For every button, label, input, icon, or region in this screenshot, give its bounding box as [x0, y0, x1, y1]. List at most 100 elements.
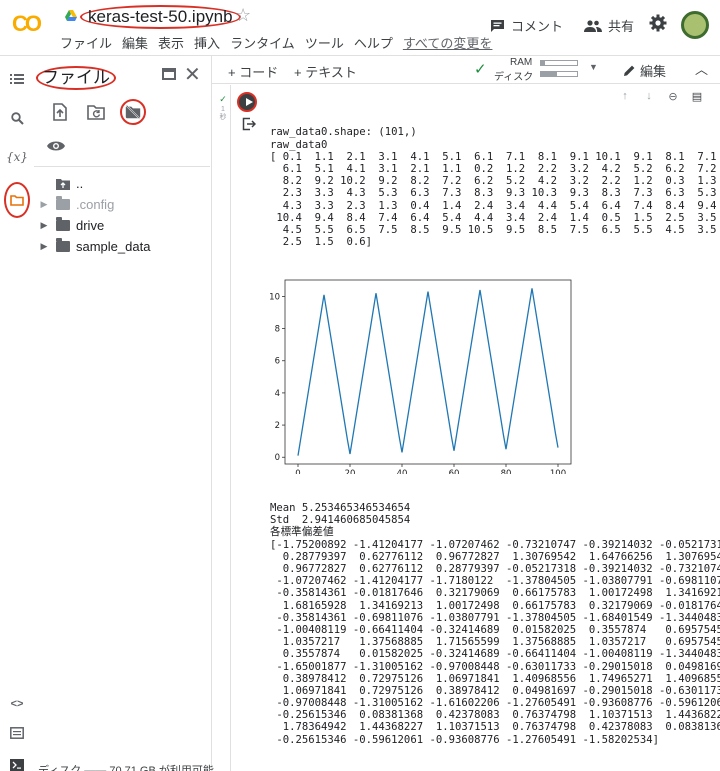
disk-label: ディスク — [494, 72, 534, 83]
output-line: 8.2 9.2 10.2 9.2 8.2 7.2 6.2 5.2 4.2 3.2… — [270, 175, 717, 188]
share-button[interactable]: 共有 — [584, 16, 634, 35]
output-line: 0.28779397 0.62776112 0.96772827 1.30769… — [270, 550, 720, 563]
folder-icon — [56, 217, 70, 231]
comment-button[interactable]: コメント — [490, 16, 563, 35]
comment-label: コメント — [511, 19, 564, 34]
notebook-title[interactable]: keras-test-50.ipynb — [80, 5, 241, 29]
files-folder-icon[interactable] — [4, 182, 30, 218]
output-line: 2.3 3.3 4.3 5.3 6.3 7.3 8.3 9.3 10.3 9.3… — [270, 187, 717, 200]
output-line: [ 0.1 1.1 2.1 3.1 4.1 5.1 6.1 7.1 8.1 9.… — [270, 150, 717, 163]
x-tick-label: 0 — [295, 469, 300, 474]
table-of-contents-icon[interactable] — [6, 68, 28, 90]
app-header: CO keras-test-50.ipynb ☆ ファイル 編集 表示 挿入 ラ… — [0, 0, 720, 56]
menu-view[interactable]: 表示 — [158, 33, 184, 52]
folder-up-icon — [56, 178, 70, 190]
menu-edit[interactable]: 編集 — [122, 33, 148, 52]
output-line: -1.00408119 -0.66411404 -0.32414689 0.01… — [270, 623, 720, 636]
execution-check-icon: ✓ — [219, 94, 227, 104]
open-in-window-icon[interactable] — [162, 68, 176, 80]
people-icon — [584, 19, 602, 32]
folder-icon — [56, 196, 70, 210]
search-icon[interactable] — [6, 107, 28, 129]
disk-meter[interactable] — [540, 71, 578, 77]
code-snippets-icon[interactable]: <> — [6, 693, 28, 715]
files-panel: ファイル ✕ .. ▶ .config ▶ drive ▶ sample_dat… — [34, 56, 214, 771]
y-tick-label: 0 — [275, 453, 280, 463]
disk-meter-fill — [541, 72, 558, 76]
ram-meter-fill — [541, 61, 545, 65]
output-line: 0.96772827 0.62776112 0.28779397 -0.0521… — [270, 563, 720, 576]
output-line: raw_data0.shape: (101,) — [270, 126, 417, 139]
y-tick-label: 2 — [275, 421, 280, 431]
runtime-dropdown-icon[interactable]: ▼ — [589, 62, 598, 72]
edit-button[interactable]: 編集 — [623, 61, 666, 80]
connected-check-icon[interactable]: ✓ — [474, 60, 487, 78]
terminal-icon[interactable] — [6, 754, 28, 771]
ram-label: RAM — [510, 57, 533, 68]
collapse-header-icon[interactable]: ︿ — [695, 59, 708, 78]
tree-row-config[interactable]: ▶ .config — [34, 194, 210, 215]
tree-row-parent[interactable]: .. — [34, 173, 210, 194]
share-label: 共有 — [608, 19, 635, 34]
show-hidden-files-icon[interactable] — [46, 138, 66, 154]
run-cell-button[interactable] — [237, 92, 257, 112]
save-status-link[interactable]: すべての変更を — [403, 33, 493, 52]
command-palette-icon[interactable] — [6, 722, 28, 744]
x-tick-label: 20 — [345, 469, 356, 474]
tree-row-drive[interactable]: ▶ drive — [34, 215, 210, 236]
menu-runtime[interactable]: ランタイム — [230, 33, 295, 52]
add-code-button[interactable]: + コード — [228, 62, 278, 81]
y-tick-label: 8 — [275, 324, 280, 334]
output-line: Mean 5.253465346534654 — [270, 502, 411, 515]
unmount-drive-icon[interactable] — [120, 99, 146, 125]
colab-logo[interactable]: CO — [12, 10, 48, 38]
output-line: -0.97008448 -1.31005162 -1.61602206 -1.2… — [270, 697, 720, 710]
variables-icon[interactable]: {x} — [6, 146, 28, 168]
output-line: 1.78364942 1.44368227 1.10371513 0.76374… — [270, 721, 720, 734]
x-tick-label: 100 — [550, 469, 566, 474]
cell-output: raw_data0.shape: (101,) raw_data0[ 0.1 1.… — [269, 102, 720, 758]
output-line: raw_data0 — [270, 138, 328, 151]
upload-file-icon[interactable] — [50, 102, 70, 122]
output-line: 4.3 3.3 2.3 1.3 0.4 1.4 2.4 3.4 4.4 5.4 … — [270, 199, 717, 212]
line-plot: 0 20 40 60 80 100 0 2 4 6 8 10 — [269, 279, 572, 474]
output-actions-icon[interactable] — [242, 117, 256, 131]
close-icon[interactable]: ✕ — [184, 62, 201, 87]
menu-tools[interactable]: ツール — [305, 33, 344, 52]
chevron-right-icon[interactable]: ▶ — [36, 241, 52, 252]
output-line: -1.65001877 -1.31005162 -0.97008448 -0.6… — [270, 660, 720, 673]
refresh-folder-icon[interactable] — [86, 102, 106, 122]
x-tick-label: 80 — [501, 469, 512, 474]
user-avatar[interactable] — [681, 11, 709, 39]
tree-row-sample-data[interactable]: ▶ sample_data — [34, 236, 210, 257]
tree-item-label: sample_data — [76, 239, 151, 254]
ram-meter[interactable] — [540, 60, 578, 66]
pencil-icon — [624, 65, 635, 76]
edit-label: 編集 — [640, 64, 667, 79]
tree-item-label: .. — [76, 176, 84, 191]
output-text-block: raw_data0.shape: (101,) raw_data0[ 0.1 1.… — [270, 126, 718, 248]
y-tick-label: 6 — [275, 356, 280, 366]
output-line: Std 2.941460685045854 — [270, 514, 411, 527]
gear-icon[interactable] — [649, 14, 667, 32]
menu-insert[interactable]: 挿入 — [194, 33, 220, 52]
files-panel-title: ファイル — [36, 66, 116, 90]
output-line: 4.5 5.5 6.5 7.5 8.5 9.5 10.5 9.5 8.5 7.5… — [270, 223, 717, 236]
output-line: 1.68165928 1.34169213 1.00172498 0.66175… — [270, 599, 720, 612]
output-line: 1.06971841 0.72975126 0.38978412 0.04981… — [270, 684, 720, 697]
output-line: [-1.75200892 -1.41204177 -1.07207462 -0.… — [270, 538, 720, 551]
chevron-right-icon[interactable]: ▶ — [36, 220, 52, 231]
output-line: -0.35814361 -0.69811076 -1.03807791 -1.3… — [270, 611, 720, 624]
x-tick-label: 60 — [449, 469, 460, 474]
folder-icon — [56, 238, 70, 252]
output-line: -0.25615346 -0.59612061 -0.93608776 -1.2… — [270, 733, 660, 746]
chevron-right-icon[interactable]: ▶ — [36, 199, 52, 210]
output-line: 0.38978412 0.72975126 1.06971841 1.40968… — [270, 672, 720, 685]
y-tick-label: 10 — [269, 292, 280, 302]
plot-frame — [284, 279, 572, 465]
menu-file[interactable]: ファイル — [60, 33, 112, 52]
star-icon[interactable]: ☆ — [235, 5, 251, 26]
add-text-button[interactable]: + テキスト — [294, 62, 357, 81]
menu-help[interactable]: ヘルプ — [354, 33, 393, 52]
output-line: 6.1 5.1 4.1 3.1 2.1 1.1 0.2 1.2 2.2 3.2 … — [270, 162, 717, 175]
